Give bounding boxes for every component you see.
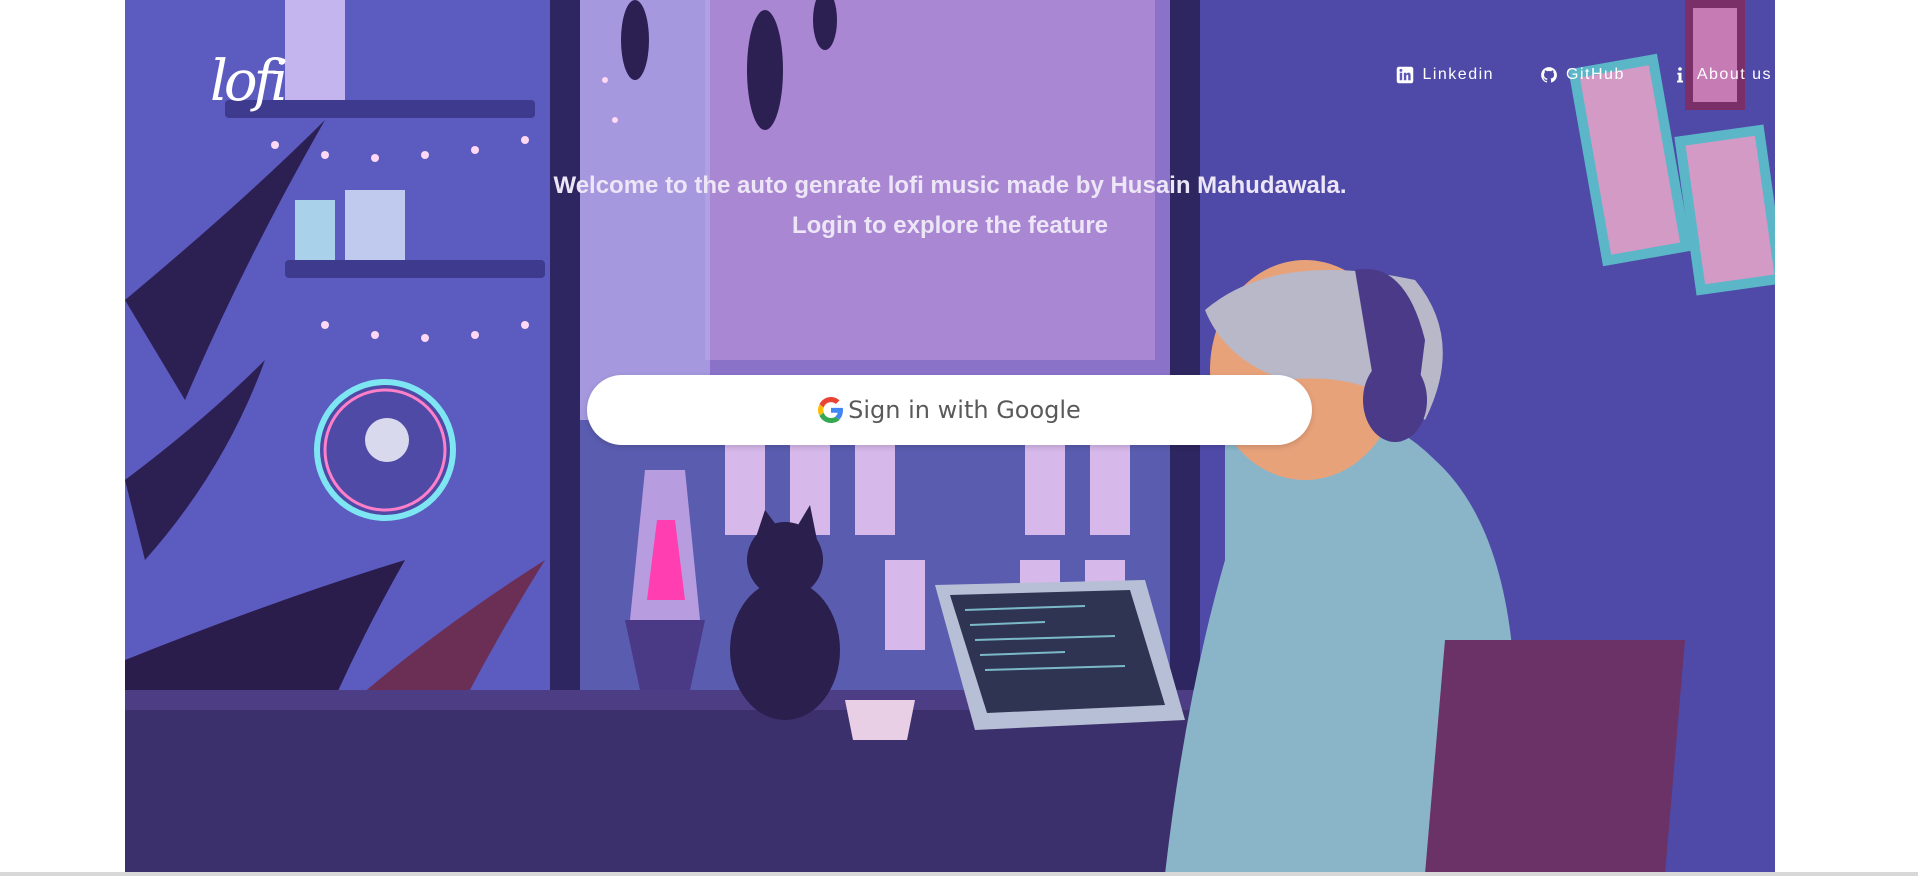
github-icon — [1541, 67, 1557, 83]
logo-text: lofi — [210, 49, 286, 114]
lofi-logo[interactable]: lofi — [206, 40, 296, 116]
nav-about-us[interactable]: About us — [1671, 66, 1772, 84]
info-icon — [1676, 67, 1683, 83]
nav-github[interactable]: GitHub — [1540, 66, 1625, 84]
top-nav: Linkedin GitHub About us — [1396, 66, 1772, 84]
welcome-message: Welcome to the auto genrate lofi music m… — [125, 166, 1775, 246]
nav-about-us-label: About us — [1696, 66, 1772, 83]
nav-linkedin-label: Linkedin — [1422, 66, 1495, 83]
google-icon — [818, 397, 844, 423]
lofi-logo-mark: lofi — [210, 49, 290, 114]
nav-github-label: GitHub — [1566, 66, 1625, 83]
nav-linkedin[interactable]: Linkedin — [1396, 66, 1494, 84]
welcome-line-2: Login to explore the feature — [791, 212, 1109, 239]
google-signin-label: Sign in with Google — [848, 396, 1081, 424]
welcome-line-1: Welcome to the auto genrate lofi music m… — [553, 172, 1347, 199]
linkedin-icon — [1397, 66, 1414, 84]
page: lofi Linkedin GitHub About us Welcome to… — [0, 0, 1918, 876]
horizontal-scrollbar[interactable] — [0, 872, 1918, 876]
google-signin-button[interactable]: Sign in with Google — [587, 375, 1312, 445]
